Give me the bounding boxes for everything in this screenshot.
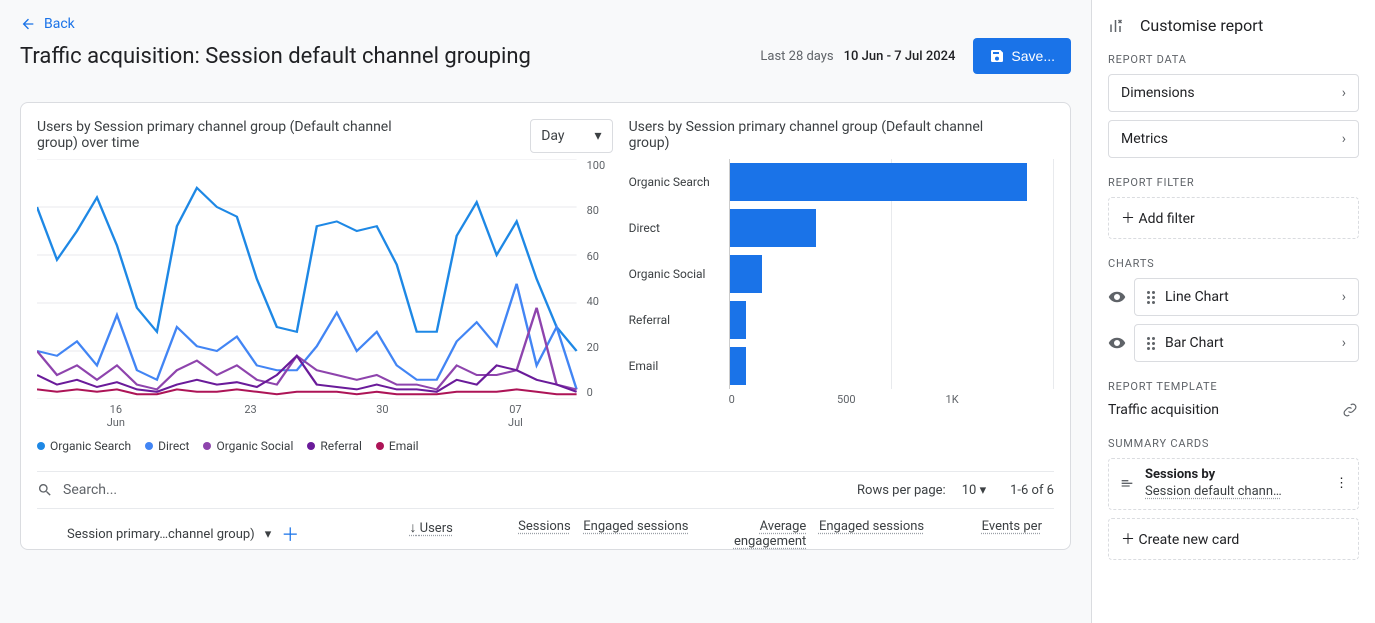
line-chart: 100 80 60 40 20 0 16Jun233007Jul: [37, 159, 613, 419]
bar-row: Organic Search: [629, 159, 1054, 205]
column-header[interactable]: Average engagement: [700, 519, 818, 549]
y-tick: 60: [587, 250, 613, 263]
sidebar-title: Customise report: [1140, 16, 1263, 35]
bar-row: Direct: [629, 205, 1054, 251]
dimensions-button[interactable]: Dimensions ›: [1108, 74, 1359, 112]
drag-handle-icon[interactable]: [1147, 291, 1155, 304]
legend-item[interactable]: Organic Social: [203, 439, 293, 453]
plus-icon: ＋: [1121, 532, 1135, 548]
save-icon: [989, 48, 1005, 64]
more-icon[interactable]: ⋮: [1335, 476, 1348, 491]
legend-item[interactable]: Organic Search: [37, 439, 131, 453]
bar-row: Organic Social: [629, 251, 1054, 297]
section-report-data: REPORT DATA: [1108, 53, 1359, 66]
add-dimension-button[interactable]: ＋: [281, 521, 299, 547]
y-tick: 40: [587, 295, 613, 308]
arrow-left-icon: [20, 16, 36, 32]
legend-item[interactable]: Email: [376, 439, 419, 453]
y-tick: 20: [587, 341, 613, 354]
granularity-select[interactable]: Day ▾: [530, 119, 612, 153]
chevron-right-icon: ›: [1342, 85, 1346, 101]
y-tick: 100: [587, 159, 613, 172]
chevron-right-icon: ›: [1342, 289, 1346, 305]
column-header[interactable]: Events per: [936, 519, 1054, 549]
column-header[interactable]: Sessions: [465, 519, 583, 549]
add-filter-button[interactable]: ＋ Add filter: [1108, 197, 1359, 239]
summary-card-item[interactable]: Sessions by Session default chann… ⋮: [1108, 458, 1359, 510]
pagination-info: 1-6 of 6: [1010, 483, 1054, 498]
y-tick: 0: [587, 386, 613, 399]
sort-descending-icon: ↓: [409, 520, 416, 536]
line-chart-svg: [37, 159, 613, 399]
rows-per-page-select[interactable]: 10 ▾: [962, 483, 986, 498]
bar-chart-title: Users by Session primary channel group (…: [629, 119, 1009, 151]
section-summary-cards: SUMMARY CARDS: [1108, 437, 1359, 450]
bar-row: Email: [629, 343, 1054, 389]
page-title: Traffic acquisition: Session default cha…: [20, 44, 531, 69]
card-icon: [1119, 476, 1135, 492]
table-search[interactable]: Search...: [37, 482, 117, 498]
back-button[interactable]: Back: [20, 16, 75, 32]
template-name: Traffic acquisition: [1108, 402, 1219, 418]
line-chart-config[interactable]: Line Chart ›: [1134, 278, 1359, 316]
back-label: Back: [44, 16, 75, 32]
chevron-down-icon: ▾: [980, 483, 987, 498]
granularity-value: Day: [541, 128, 564, 144]
line-chart-legend: Organic Search Direct Organic Social Referr…: [37, 439, 613, 453]
bar-row: Referral: [629, 297, 1054, 343]
customise-report-icon: [1108, 17, 1126, 35]
column-header[interactable]: Engaged sessions: [818, 519, 936, 549]
unlink-template-icon[interactable]: [1341, 401, 1359, 419]
chevron-right-icon: ›: [1342, 335, 1346, 351]
plus-icon: ＋: [1121, 211, 1135, 227]
visibility-icon[interactable]: [1108, 288, 1126, 306]
visibility-icon[interactable]: [1108, 334, 1126, 352]
chevron-down-icon: ▾: [595, 128, 602, 144]
table-header: Session primary…channel group) ▾ ＋ ↓ Use…: [37, 508, 1054, 549]
column-header[interactable]: Engaged sessions: [583, 519, 701, 549]
legend-item[interactable]: Referral: [307, 439, 362, 453]
search-placeholder: Search...: [63, 482, 117, 498]
drag-handle-icon[interactable]: [1147, 337, 1155, 350]
date-range-preset: Last 28 days: [760, 49, 833, 64]
date-range-picker[interactable]: Last 28 days 10 Jun - 7 Jul 2024: [760, 49, 955, 64]
rows-per-page-label: Rows per page:: [857, 483, 946, 498]
line-chart-title: Users by Session primary channel group (…: [37, 119, 417, 151]
chevron-down-icon[interactable]: ▾: [265, 527, 272, 542]
metrics-button[interactable]: Metrics ›: [1108, 120, 1359, 158]
section-report-template: REPORT TEMPLATE: [1108, 380, 1359, 393]
section-report-filter: REPORT FILTER: [1108, 176, 1359, 189]
column-header[interactable]: ↓ Users: [347, 519, 465, 549]
section-charts: CHARTS: [1108, 257, 1359, 270]
search-icon: [37, 482, 53, 498]
create-card-button[interactable]: ＋ Create new card: [1108, 518, 1359, 560]
date-range-value: 10 Jun - 7 Jul 2024: [844, 49, 956, 64]
save-label: Save...: [1011, 48, 1055, 64]
y-tick: 80: [587, 204, 613, 217]
chevron-right-icon: ›: [1342, 131, 1346, 147]
dimension-column-header[interactable]: Session primary…channel group): [67, 527, 255, 542]
save-button[interactable]: Save...: [973, 38, 1071, 74]
legend-item[interactable]: Direct: [145, 439, 189, 453]
bar-chart-config[interactable]: Bar Chart ›: [1134, 324, 1359, 362]
bar-chart: Organic SearchDirectOrganic SocialReferr…: [629, 159, 1054, 389]
